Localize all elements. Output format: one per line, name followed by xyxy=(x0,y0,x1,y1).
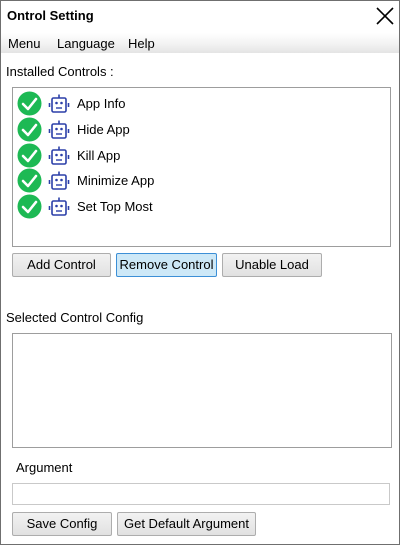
selected-control-config-box[interactable] xyxy=(12,333,392,448)
unable-load-button[interactable]: Unable Load xyxy=(222,253,322,277)
installed-controls-list[interactable]: App Info Hide App Kill App Minimize App … xyxy=(12,87,391,247)
check-circle-icon[interactable] xyxy=(17,117,42,142)
robot-icon xyxy=(48,197,70,216)
menu-bar: Menu Language Help xyxy=(1,33,399,53)
argument-label: Argument xyxy=(16,460,73,475)
window-title: Ontrol Setting xyxy=(7,8,94,23)
control-setting-window: Ontrol Setting Menu Language Help Instal… xyxy=(0,0,400,545)
selected-config-label: Selected Control Config xyxy=(6,310,144,325)
remove-control-button[interactable]: Remove Control xyxy=(116,253,217,277)
menu-language[interactable]: Language xyxy=(57,36,115,51)
save-config-button[interactable]: Save Config xyxy=(12,512,112,536)
robot-icon xyxy=(48,94,70,113)
robot-icon xyxy=(48,120,70,139)
argument-input[interactable] xyxy=(12,483,390,505)
add-control-button[interactable]: Add Control xyxy=(12,253,111,277)
menu-help[interactable]: Help xyxy=(128,36,155,51)
robot-icon xyxy=(48,146,70,165)
control-label-kill-app: Kill App xyxy=(77,148,121,163)
check-circle-icon[interactable] xyxy=(17,143,42,168)
control-label-minimize-app: Minimize App xyxy=(77,173,155,188)
control-label-app-info: App Info xyxy=(77,96,126,111)
check-circle-icon[interactable] xyxy=(17,194,42,219)
title-bar: Ontrol Setting xyxy=(1,1,399,31)
control-label-hide-app: Hide App xyxy=(77,122,130,137)
get-default-argument-button[interactable]: Get Default Argument xyxy=(117,512,256,536)
close-icon[interactable] xyxy=(374,5,396,27)
menu-menu[interactable]: Menu xyxy=(8,36,41,51)
installed-controls-label: Installed Controls : xyxy=(6,64,114,79)
control-label-set-top-most: Set Top Most xyxy=(77,199,153,214)
robot-icon xyxy=(48,171,70,190)
check-circle-icon[interactable] xyxy=(17,91,42,116)
check-circle-icon[interactable] xyxy=(17,168,42,193)
